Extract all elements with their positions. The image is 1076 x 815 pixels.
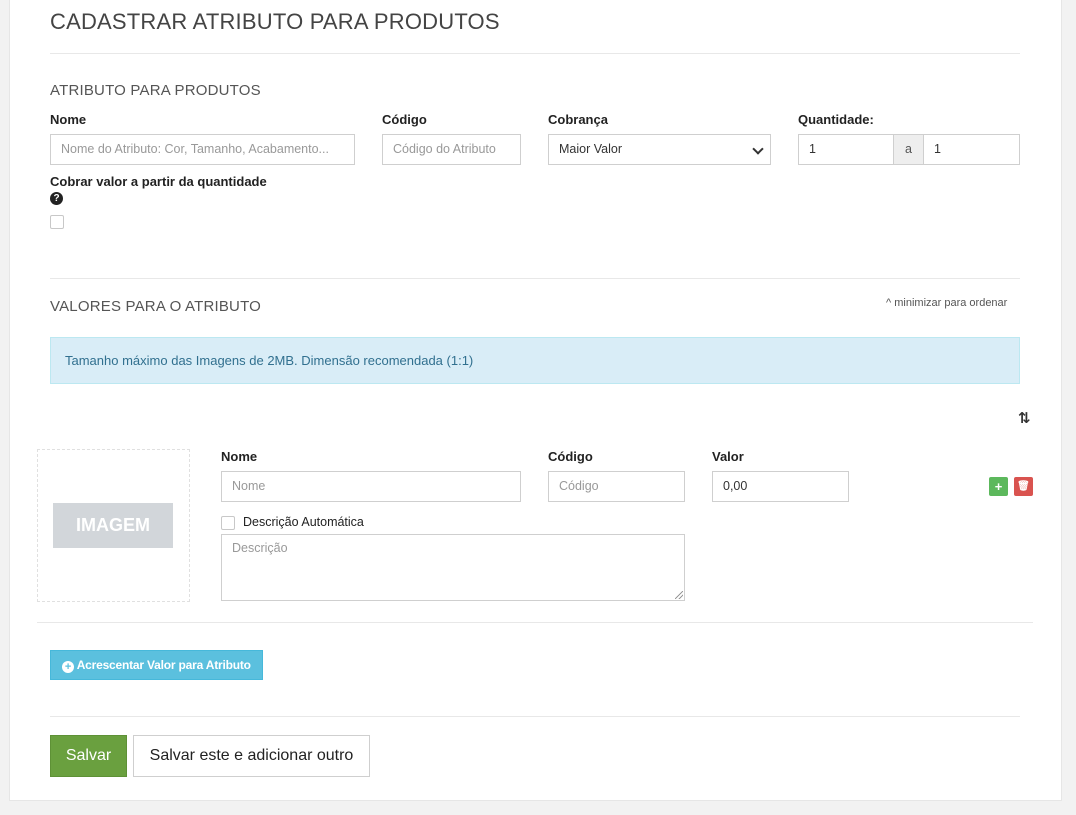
value-description-textarea[interactable]: Descrição bbox=[221, 534, 685, 601]
value-name-label: Nome bbox=[221, 449, 258, 464]
value-amount-input[interactable]: 0,00 bbox=[712, 471, 849, 502]
auto-description-checkbox[interactable] bbox=[221, 516, 235, 530]
page-title: CADASTRAR ATRIBUTO PARA PRODUTOS bbox=[50, 9, 500, 34]
value-row-divider bbox=[37, 622, 1033, 623]
attribute-section-title: ATRIBUTO PARA PRODUTOS bbox=[50, 82, 261, 99]
quantity-label: Quantidade: bbox=[798, 112, 874, 127]
charge-select[interactable]: Maior Valor bbox=[548, 134, 771, 165]
quantity-to-input[interactable]: 1 bbox=[923, 134, 1020, 165]
values-section-title: VALORES PARA O ATRIBUTO bbox=[50, 298, 262, 315]
add-value-button[interactable]: + Acrescentar Valor para Atributo bbox=[50, 650, 263, 680]
charge-label: Cobrança bbox=[548, 112, 608, 127]
attribute-code-input[interactable]: Código do Atributo bbox=[382, 134, 521, 165]
help-icon[interactable]: ? bbox=[50, 192, 63, 205]
value-code-label: Código bbox=[548, 449, 593, 464]
resize-handle-icon[interactable] bbox=[675, 591, 683, 599]
quantity-separator: a bbox=[893, 134, 924, 165]
chevron-down-icon bbox=[752, 143, 764, 155]
value-image-upload[interactable]: IMAGEM bbox=[37, 449, 190, 602]
info-alert: Tamanho máximo das Imagens de 2MB. Dimen… bbox=[50, 337, 1020, 384]
actions-divider bbox=[50, 716, 1020, 717]
quantity-from-input[interactable]: 1 bbox=[798, 134, 894, 165]
charge-by-quantity-label: Cobrar valor a partir da quantidade bbox=[50, 174, 267, 189]
chevron-up-icon: ^ bbox=[886, 297, 892, 309]
minimize-link[interactable]: ^ minimizar para ordenar bbox=[886, 297, 1007, 309]
plus-circle-icon: + bbox=[62, 661, 74, 673]
name-label: Nome bbox=[50, 112, 87, 127]
title-divider bbox=[50, 53, 1020, 54]
code-label: Código bbox=[382, 112, 427, 127]
add-value-row-button[interactable]: + bbox=[989, 477, 1008, 496]
section-divider bbox=[50, 278, 1020, 279]
save-button[interactable]: Salvar bbox=[50, 735, 127, 777]
charge-select-value: Maior Valor bbox=[559, 142, 622, 156]
trash-icon: 🗑 bbox=[1017, 481, 1030, 492]
image-placeholder: IMAGEM bbox=[53, 503, 173, 548]
value-name-input[interactable]: Nome bbox=[221, 471, 521, 502]
save-and-add-button[interactable]: Salvar este e adicionar outro bbox=[133, 735, 370, 777]
sort-icon[interactable]: ⇅ bbox=[1018, 409, 1031, 427]
value-amount-label: Valor bbox=[712, 449, 744, 464]
delete-value-row-button[interactable]: 🗑 bbox=[1014, 477, 1033, 496]
minimize-link-label: minimizar para ordenar bbox=[894, 297, 1008, 309]
charge-by-quantity-checkbox[interactable] bbox=[50, 215, 64, 229]
description-placeholder: Descrição bbox=[232, 541, 288, 555]
value-code-input[interactable]: Código bbox=[548, 471, 685, 502]
plus-icon: + bbox=[994, 479, 1003, 494]
auto-description-label: Descrição Automática bbox=[243, 515, 364, 529]
add-value-button-label: Acrescentar Valor para Atributo bbox=[76, 658, 251, 672]
attribute-name-input[interactable]: Nome do Atributo: Cor, Tamanho, Acabamen… bbox=[50, 134, 355, 165]
form-panel bbox=[9, 0, 1062, 801]
